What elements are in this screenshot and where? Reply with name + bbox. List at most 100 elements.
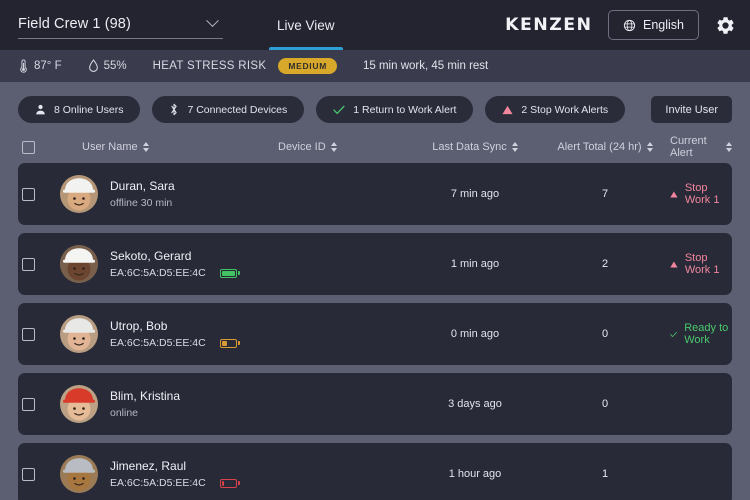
heat-stress-badge: MEDIUM [278, 58, 337, 74]
main-tabs: Live View [269, 0, 343, 50]
alert-total-value: 0 [601, 398, 609, 410]
column-user-name-label: User Name [82, 141, 138, 153]
avatar-image [60, 245, 98, 283]
last-sync-value: 0 min ago [450, 328, 500, 340]
device-id-value: EA:6C:5A:D5:EE:4C [110, 337, 206, 349]
avatar-image [60, 175, 98, 213]
sort-icon[interactable] [330, 142, 337, 152]
work-rest-text: 15 min work, 45 min rest [362, 60, 489, 72]
avatar [60, 315, 98, 353]
settings-button[interactable] [715, 15, 736, 36]
row-checkbox[interactable] [22, 327, 35, 341]
alert-total-cell: 0 [540, 328, 670, 340]
column-user-name[interactable]: User Name [60, 141, 260, 153]
row-select-cell [18, 327, 60, 341]
language-button[interactable]: English [608, 10, 699, 40]
row-checkbox[interactable] [22, 467, 35, 481]
table-row[interactable]: Blim, Kristina online 3 days ago 0 [18, 373, 732, 435]
chip-return-to-work-alert[interactable]: 1 Return to Work Alert [316, 96, 474, 123]
user-cell: Jimenez, Raul EA:6C:5A:D5:EE:4C [60, 455, 260, 493]
row-checkbox[interactable] [22, 397, 35, 411]
summary-chips-row: 8 Online Users 7 Connected Devices 1 Ret… [0, 82, 750, 123]
crew-selector[interactable]: Field Crew 1 (98) [18, 14, 223, 39]
column-alert-total-label: Alert Total (24 hr) [557, 141, 642, 153]
warning-triangle-icon [670, 191, 678, 197]
table-row[interactable]: Duran, Sara offline 30 min 7 min ago 7 S… [18, 163, 732, 225]
bluetooth-icon [171, 103, 178, 116]
user-status-text: offline 30 min [110, 197, 173, 209]
heat-stress-label: HEAT STRESS RISK [152, 60, 267, 72]
sort-icon[interactable] [142, 142, 149, 152]
column-current-alert[interactable]: Current Alert [670, 135, 732, 159]
tab-live-view[interactable]: Live View [269, 0, 343, 50]
app-header: Field Crew 1 (98) Live View KENZEN Engli… [0, 0, 750, 50]
alert-total-cell: 7 [540, 188, 670, 200]
avatar-image [60, 455, 98, 493]
avatar [60, 385, 98, 423]
globe-icon [623, 19, 636, 31]
user-name: Blim, Kristina [110, 389, 181, 403]
sort-icon[interactable] [511, 142, 518, 152]
temperature-value: 87° F [34, 60, 62, 72]
alert-total-value: 2 [601, 258, 609, 270]
select-all-checkbox[interactable] [22, 140, 35, 154]
chevron-down-icon [206, 14, 219, 28]
column-last-data-sync[interactable]: Last Data Sync [410, 141, 540, 153]
check-icon [670, 331, 677, 337]
sort-icon[interactable] [726, 142, 732, 152]
status-badge: Stop Work 1 [670, 252, 732, 276]
warning-triangle-icon [670, 261, 678, 267]
chip-stop-work-alerts[interactable]: 2 Stop Work Alerts [485, 96, 626, 123]
user-status-text: online [110, 407, 139, 419]
invite-user-button[interactable]: Invite User [651, 96, 732, 123]
table-row[interactable]: Utrop, Bob EA:6C:5A:D5:EE:4C 0 min ago 0… [18, 303, 732, 365]
battery-icon [219, 338, 240, 348]
user-cell: Sekoto, Gerard EA:6C:5A:D5:EE:4C [60, 245, 260, 283]
row-checkbox[interactable] [22, 187, 35, 201]
last-sync-cell: 0 min ago [410, 328, 540, 340]
status-badge: Ready to Work [670, 322, 732, 346]
avatar-image [60, 385, 98, 423]
temperature-stat: 87° F [18, 59, 62, 73]
status-label: Ready to Work [684, 322, 729, 346]
sort-icon[interactable] [646, 142, 653, 152]
device-id-value: EA:6C:5A:D5:EE:4C [110, 267, 206, 279]
table-body: Duran, Sara offline 30 min 7 min ago 7 S… [18, 163, 732, 500]
user-cell: Utrop, Bob EA:6C:5A:D5:EE:4C [60, 315, 260, 353]
table-row[interactable]: Jimenez, Raul EA:6C:5A:D5:EE:4C 1 hour a… [18, 443, 732, 500]
chip-return-to-work-label: 1 Return to Work Alert [353, 103, 457, 116]
chip-online-users-label: 8 Online Users [54, 103, 124, 116]
column-alert-total[interactable]: Alert Total (24 hr) [540, 141, 670, 153]
chip-online-users[interactable]: 8 Online Users [18, 96, 141, 123]
header-actions: KENZEN English [506, 10, 736, 40]
status-badge: Stop Work 1 [670, 182, 732, 206]
alert-total-cell: 2 [540, 258, 670, 270]
row-select-cell [18, 187, 60, 201]
avatar-image [60, 315, 98, 353]
column-device-id[interactable]: Device ID [260, 141, 410, 153]
table-row[interactable]: Sekoto, Gerard EA:6C:5A:D5:EE:4C 1 min a… [18, 233, 732, 295]
heat-stress-risk: HEAT STRESS RISK MEDIUM [153, 58, 337, 74]
environment-stats-bar: 87° F 55% HEAT STRESS RISK MEDIUM 15 min… [0, 50, 750, 82]
user-cell: Blim, Kristina online [60, 385, 260, 423]
current-alert-cell: Stop Work 1 [670, 252, 732, 276]
crew-selector-label: Field Crew 1 (98) [18, 15, 131, 32]
status-label: Stop Work 1 [684, 252, 720, 276]
row-select-cell [18, 397, 60, 411]
users-table: User Name Device ID Last Data Sync Alert… [0, 131, 750, 500]
user-name: Sekoto, Gerard [110, 249, 192, 263]
person-icon [36, 104, 45, 115]
row-checkbox[interactable] [22, 257, 35, 271]
avatar [60, 175, 98, 213]
select-all-cell [18, 140, 60, 154]
language-button-label: English [643, 18, 684, 32]
last-sync-cell: 1 min ago [410, 258, 540, 270]
device-id-value: EA:6C:5A:D5:EE:4C [110, 477, 206, 489]
chip-connected-devices[interactable]: 7 Connected Devices [152, 96, 305, 123]
column-current-alert-label: Current Alert [670, 135, 707, 159]
battery-icon [219, 478, 240, 488]
kenzen-logo: KENZEN [505, 15, 593, 35]
last-sync-cell: 7 min ago [410, 188, 540, 200]
last-sync-cell: 1 hour ago [410, 468, 540, 480]
user-name: Jimenez, Raul [110, 459, 187, 473]
